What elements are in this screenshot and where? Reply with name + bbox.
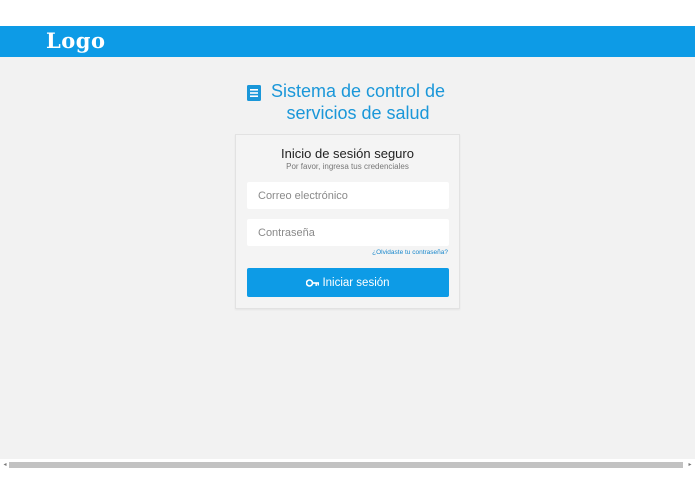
login-card: Inicio de sesión seguro Por favor, ingre… [235, 134, 460, 309]
horizontal-scrollbar[interactable]: ◂ ▸ [0, 459, 695, 471]
logo[interactable]: Logo [46, 28, 105, 53]
app-title: Sistema de control de servicios de salud [270, 81, 446, 123]
document-icon [247, 85, 261, 101]
scrollbar-thumb[interactable] [9, 462, 683, 468]
page: Logo Sistema de control de servicios de … [0, 0, 695, 494]
scroll-right-icon[interactable]: ▸ [686, 461, 694, 469]
key-icon [306, 278, 320, 287]
login-subtitle: Por favor, ingresa tus credenciales [286, 162, 409, 171]
password-input[interactable] [247, 219, 449, 246]
login-button[interactable]: Iniciar sesión [247, 268, 449, 297]
login-title: Inicio de sesión seguro [281, 146, 414, 161]
main-content: Sistema de control de servicios de salud… [0, 57, 695, 459]
email-input[interactable] [247, 182, 449, 209]
forgot-password-link[interactable]: ¿Olvidaste tu contraseña? [372, 249, 448, 256]
scroll-left-icon[interactable]: ◂ [1, 461, 9, 469]
top-header: Logo [0, 26, 695, 57]
app-title-row: Sistema de control de servicios de salud [0, 80, 695, 124]
login-button-label: Iniciar sesión [322, 276, 390, 289]
